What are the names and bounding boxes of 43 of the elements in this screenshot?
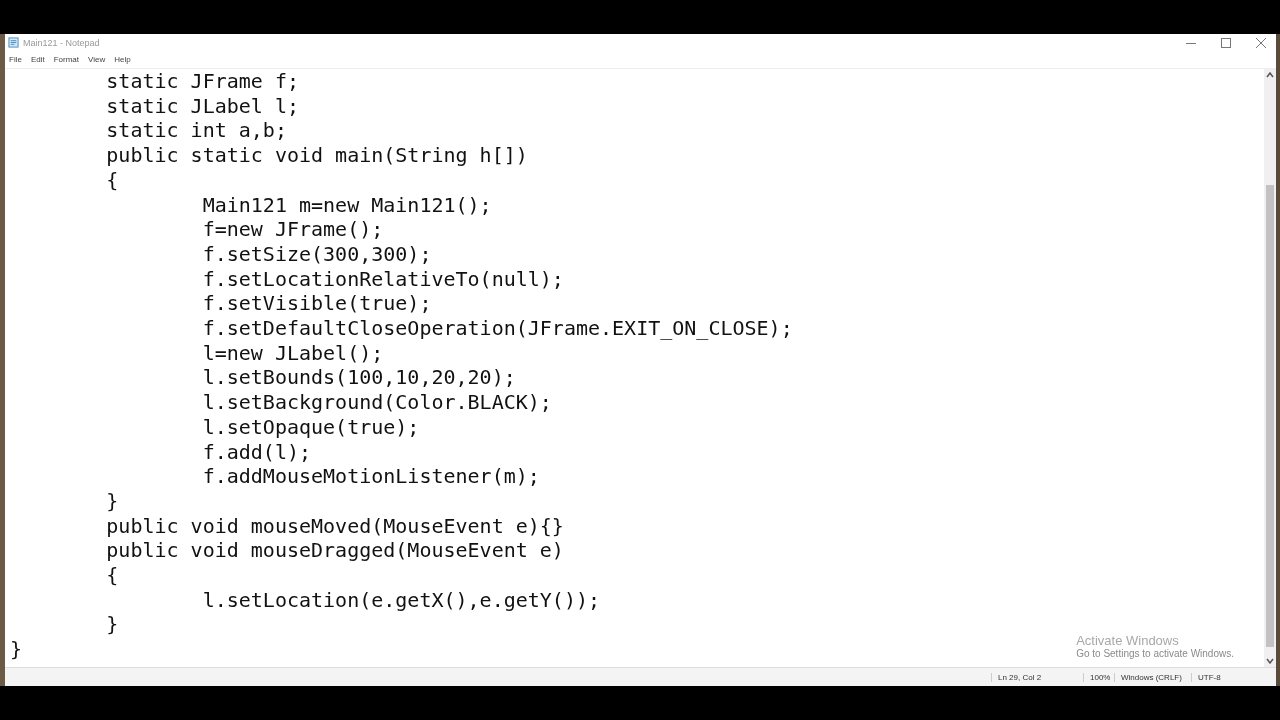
scroll-thumb[interactable] xyxy=(1266,185,1274,647)
maximize-icon[interactable] xyxy=(1221,37,1231,48)
code-line: f.setDefaultCloseOperation(JFrame.EXIT_ON_CLOSE); xyxy=(201,316,793,341)
code-line: l=new JLabel(); xyxy=(201,340,384,366)
code-line: l.setBounds(100,10,20,20); xyxy=(201,365,516,391)
code-line: } xyxy=(10,637,23,662)
menu-item[interactable]: View xyxy=(88,55,106,64)
code-line: static int a,b; xyxy=(105,118,287,144)
notepad-icon xyxy=(8,37,19,48)
code-line: { xyxy=(105,563,119,588)
code-line: f.addMouseMotionListener(m); xyxy=(201,464,540,489)
code-line: Main121 m=new Main121(); xyxy=(201,192,492,218)
code-line: } xyxy=(105,488,119,514)
code-line: public void mouseDragged(MouseEvent e) xyxy=(105,538,564,564)
cursor-position: Ln 29, Col 2 xyxy=(991,672,1083,682)
code-line: } xyxy=(105,612,119,638)
code-line: l.setBackground(Color.BLACK); xyxy=(201,390,552,415)
menu-item[interactable]: Format xyxy=(53,55,80,64)
close-icon[interactable] xyxy=(1256,37,1266,48)
code-line: f.add(l); xyxy=(201,439,312,465)
code-line: static JLabel l; xyxy=(105,93,299,119)
code-line: l.setLocation(e.getX(),e.getY()); xyxy=(201,587,600,613)
code-line: f=new JFrame(); xyxy=(201,217,384,242)
menu-item[interactable]: Help xyxy=(114,55,131,64)
activation-message: Go to Settings to activate Windows. xyxy=(1076,648,1234,659)
menu-item[interactable]: Edit xyxy=(30,55,45,64)
code-line: static JFrame f; xyxy=(105,69,299,94)
menu-item[interactable]: File xyxy=(9,55,22,64)
code-line: public static void main(String h[]) xyxy=(105,143,528,168)
window-title: Main121 - Notepad xyxy=(23,37,100,48)
line-endings: Windows (CRLF) xyxy=(1114,672,1191,682)
scroll-up-icon[interactable] xyxy=(1266,72,1274,78)
code-line: { xyxy=(105,167,119,193)
code-line: l.setOpaque(true); xyxy=(201,414,420,440)
scrollbar[interactable] xyxy=(1264,69,1276,667)
activation-title: Activate Windows xyxy=(1076,633,1180,648)
code-line: public void mouseMoved(MouseEvent e){} xyxy=(105,513,564,539)
encoding: UTF-8 xyxy=(1191,672,1238,682)
scroll-down-icon[interactable] xyxy=(1266,658,1274,664)
code-line: f.setSize(300,300); xyxy=(201,241,432,267)
code-line: f.setLocationRelativeTo(null); xyxy=(201,266,564,292)
code-line: f.setVisible(true); xyxy=(201,291,432,317)
zoom-level: 100% xyxy=(1083,672,1114,682)
